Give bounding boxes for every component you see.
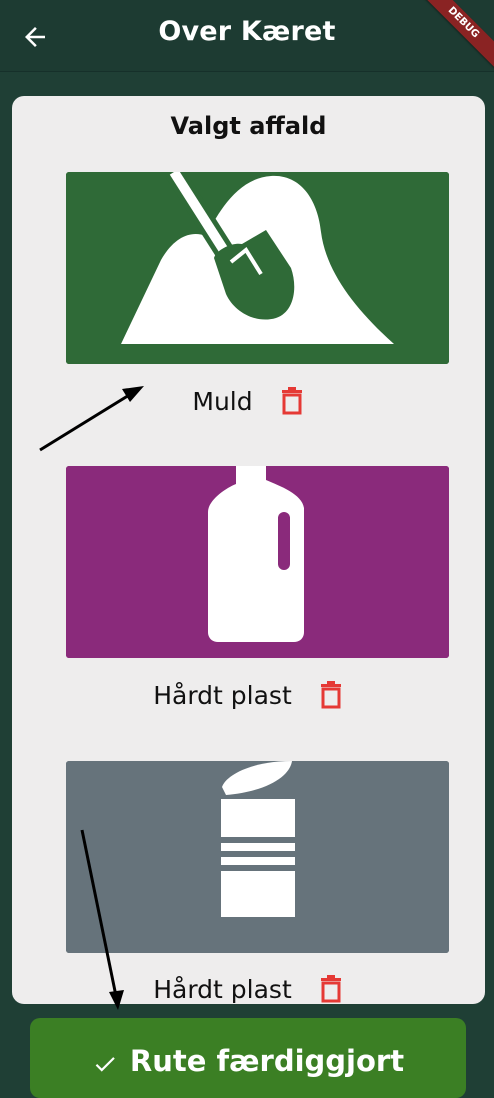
waste-item-row: Muld [12, 386, 485, 416]
delete-button[interactable] [318, 680, 344, 710]
delete-button[interactable] [318, 974, 344, 1004]
route-complete-label: Rute færdiggjort [129, 1044, 405, 1078]
waste-image-plastic [66, 466, 449, 658]
delete-button[interactable] [279, 386, 305, 416]
app-bar: Over Kæret DEBUG [0, 0, 494, 76]
waste-label: Hårdt plast [153, 680, 292, 710]
plastic-bottle-icon [66, 466, 449, 658]
waste-label: Muld [192, 386, 253, 416]
trash-icon [320, 681, 341, 709]
soil-shovel-icon [66, 172, 449, 364]
waste-item-row: Hårdt plast [12, 680, 485, 710]
metal-can-icon [66, 761, 449, 953]
waste-image-muld [66, 172, 449, 364]
selected-waste-card: Valgt affald Muld Hårdt plast Hårdt plas… [12, 96, 485, 1004]
page-title: Over Kæret [158, 16, 336, 47]
waste-label: Hårdt plast [153, 974, 292, 1004]
trash-icon [320, 975, 341, 1003]
card-title: Valgt affald [170, 112, 327, 140]
trash-icon [281, 387, 302, 415]
route-complete-button[interactable]: Rute færdiggjort [30, 1018, 466, 1098]
waste-image-can [66, 761, 449, 953]
check-icon [95, 1057, 115, 1072]
waste-item-row: Hårdt plast [12, 974, 485, 1004]
